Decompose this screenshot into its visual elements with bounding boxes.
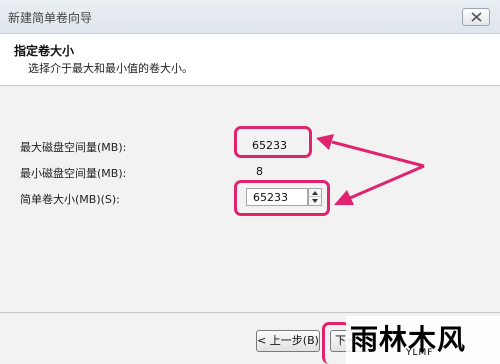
footer-divider: [0, 312, 500, 313]
annotation-arrows: [316, 134, 425, 205]
back-button[interactable]: < 上一步(B): [256, 330, 320, 352]
watermark-subtext: YLMF: [406, 348, 434, 358]
volume-wizard-window: 新建简单卷向导 指定卷大小 选择介于最大和最小值的卷大小。 最大磁盘空间量(MB…: [0, 0, 500, 364]
